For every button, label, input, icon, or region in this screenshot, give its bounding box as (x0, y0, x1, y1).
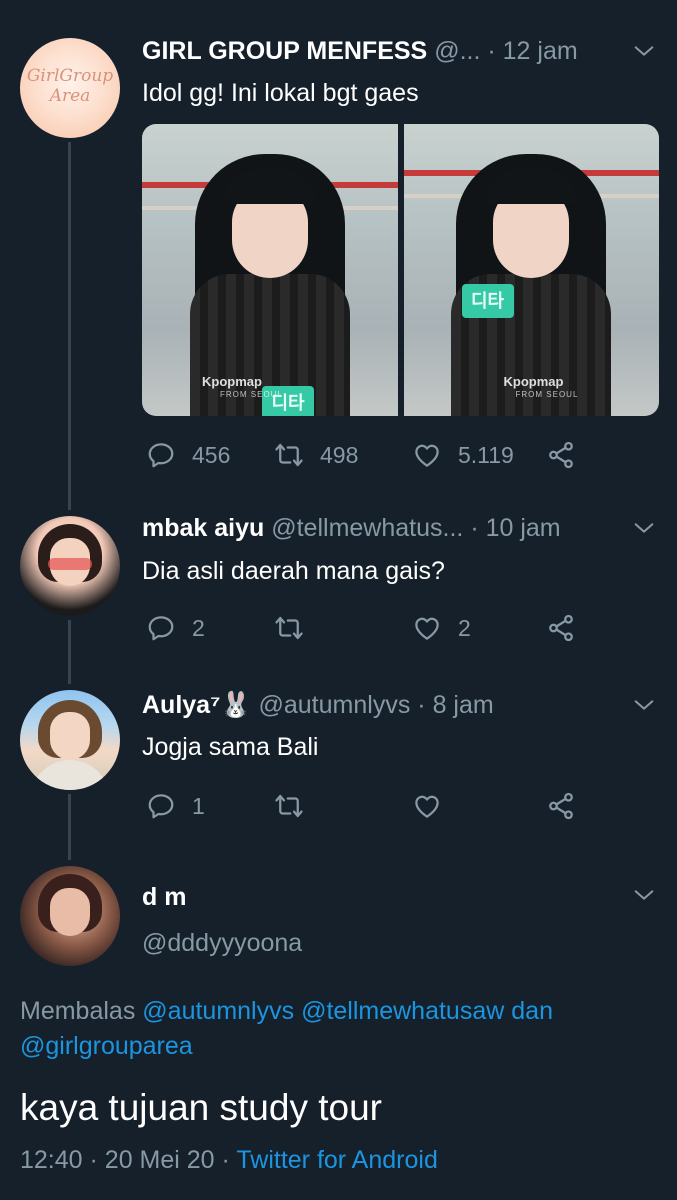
avatar-aulya[interactable] (20, 690, 120, 790)
tweet-source-link[interactable]: Twitter for Android (236, 1146, 437, 1174)
handle[interactable]: @autumnlyvs (259, 691, 411, 719)
avatar-logo-text: GirlGroup Area (26, 66, 114, 106)
tweet-text: Idol gg! Ini lokal bgt gaes (142, 79, 419, 107)
chevron-down-icon[interactable] (633, 694, 655, 716)
share-button[interactable] (546, 788, 576, 824)
reply-count: 456 (192, 441, 231, 468)
tweet-thread-screen: GirlGroup Area GIRL GROUP MENFESS @... ·… (0, 0, 677, 1200)
chevron-down-icon[interactable] (633, 884, 655, 906)
avatar-mbak-aiyu[interactable] (20, 516, 120, 616)
media-watermark: Kpopmap (202, 374, 262, 389)
chevron-down-icon[interactable] (633, 517, 655, 539)
media-watermark-sub: FROM SEOUL (515, 390, 579, 399)
main-tweet-header: d m (142, 882, 186, 912)
media-watermark-sub: FROM SEOUL (220, 390, 283, 399)
avatar-dm[interactable] (20, 866, 120, 966)
handle[interactable]: @... (434, 37, 480, 65)
tweet-text: Jogja sama Bali (142, 733, 319, 761)
mention-link[interactable]: @tellmewhatusaw (301, 997, 504, 1025)
thread-line (68, 142, 71, 510)
tweet-date: 20 Mei 20 (104, 1146, 215, 1174)
media-photo-1[interactable]: 디타 Kpopmap FROM SEOUL (142, 124, 398, 416)
like-button[interactable] (412, 788, 458, 824)
reply-button[interactable]: 456 (146, 437, 230, 473)
tweet-actions: 456 498 5.119 (142, 437, 582, 473)
display-name[interactable]: Aulya⁷ (142, 691, 220, 719)
reply-count: 1 (192, 792, 205, 819)
tweet-header: GIRL GROUP MENFESS @... · 12 jam (142, 36, 578, 66)
share-icon (546, 613, 576, 643)
mention-joiner[interactable]: dan (511, 997, 553, 1025)
retweet-icon (274, 440, 304, 470)
reply-button[interactable]: 2 (146, 610, 205, 646)
mention-link[interactable]: @autumnlyvs (142, 997, 294, 1025)
share-icon (546, 791, 576, 821)
like-icon (412, 791, 442, 821)
chevron-down-icon[interactable] (633, 40, 655, 62)
retweet-button[interactable] (274, 610, 320, 646)
mention-link[interactable]: @girlgrouparea (20, 1032, 193, 1060)
tweet-header: mbak aiyu @tellmewhatus... · 10 jam (142, 513, 561, 543)
media-photo-2[interactable]: 디타 Kpopmap FROM SEOUL (403, 124, 659, 416)
like-button[interactable]: 2 (412, 610, 471, 646)
share-icon (546, 440, 576, 470)
like-icon (412, 440, 442, 470)
retweet-button[interactable] (274, 788, 320, 824)
separator-dot: · (487, 37, 496, 65)
tweet-media[interactable]: 디타 Kpopmap FROM SEOUL 디타 Kpopmap FROM SE… (142, 124, 659, 416)
display-name[interactable]: d m (142, 883, 186, 911)
tweet-header: Aulya⁷🐰 @autumnlyvs · 8 jam (142, 690, 494, 720)
reply-button[interactable]: 1 (146, 788, 205, 824)
separator-dot: · (89, 1146, 98, 1174)
reply-icon (146, 440, 176, 470)
main-tweet-handle: @dddyyyoona (142, 928, 302, 958)
handle[interactable]: @tellmewhatus... (271, 514, 463, 542)
like-count: 5.119 (458, 441, 514, 468)
media-watermark: Kpopmap (503, 374, 564, 389)
handle[interactable]: @dddyyyoona (142, 929, 302, 957)
media-sign-text: 디타 (461, 284, 514, 318)
separator-dot: · (221, 1146, 230, 1174)
like-button[interactable]: 5.119 (412, 437, 514, 473)
share-button[interactable] (546, 437, 576, 473)
main-tweet-text: kaya tujuan study tour (20, 1087, 382, 1128)
like-count: 2 (458, 614, 471, 641)
avatar-girlgroup-area[interactable]: GirlGroup Area (20, 38, 120, 138)
retweet-count: 498 (320, 441, 359, 468)
reply-count: 2 (192, 614, 205, 641)
replying-to-label: Membalas (20, 997, 136, 1025)
display-name[interactable]: GIRL GROUP MENFESS (142, 37, 427, 65)
tweet-time: 12:40 (20, 1146, 83, 1174)
timestamp[interactable]: 10 jam (486, 514, 561, 542)
tweet-actions: 1 (142, 788, 582, 824)
retweet-icon (274, 613, 304, 643)
timestamp[interactable]: 12 jam (503, 37, 578, 65)
retweet-button[interactable]: 498 (274, 437, 358, 473)
display-name[interactable]: mbak aiyu (142, 514, 264, 542)
separator-dot: · (417, 691, 426, 719)
tweet-text: Dia asli daerah mana gais? (142, 557, 445, 585)
replying-to: Membalas @autumnlyvs @tellmewhatusaw dan… (20, 994, 660, 1064)
separator-dot: · (470, 514, 479, 542)
tweet-actions: 2 2 (142, 610, 582, 646)
thread-line (68, 620, 71, 684)
timestamp[interactable]: 8 jam (433, 691, 494, 719)
like-icon (412, 613, 442, 643)
reply-icon (146, 791, 176, 821)
rabbit-emoji: 🐰 (220, 691, 252, 719)
thread-line (68, 794, 71, 860)
tweet-meta: 12:40 · 20 Mei 20 · Twitter for Android (20, 1145, 438, 1175)
reply-icon (146, 613, 176, 643)
retweet-icon (274, 791, 304, 821)
share-button[interactable] (546, 610, 576, 646)
